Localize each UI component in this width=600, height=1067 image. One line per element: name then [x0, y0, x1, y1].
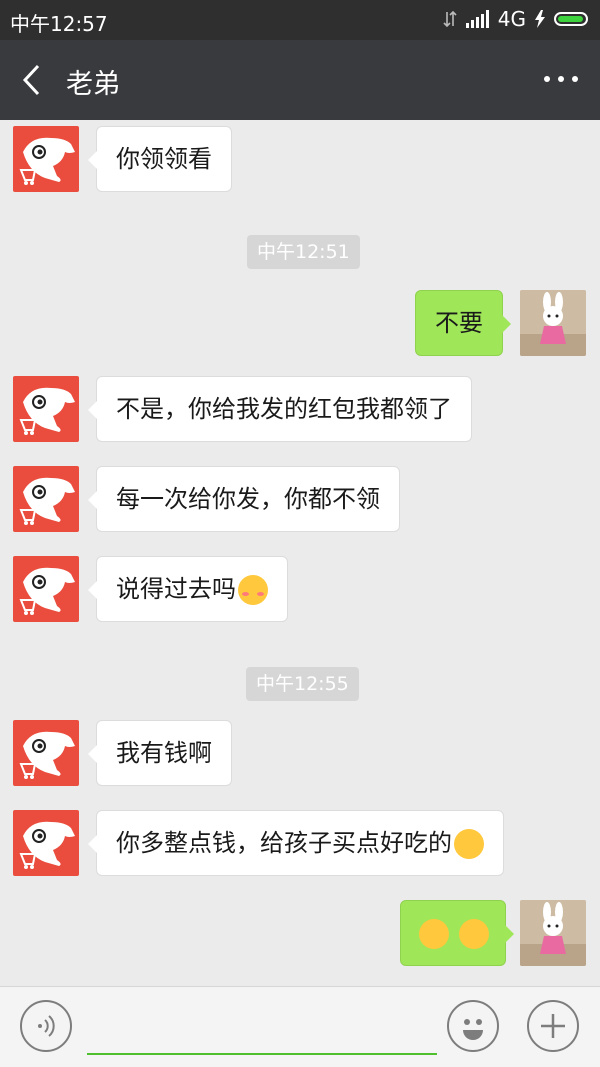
voice-icon[interactable] — [20, 1000, 72, 1052]
emoji-icon[interactable] — [447, 1000, 499, 1052]
charging-icon — [535, 10, 545, 28]
my-avatar[interactable] — [520, 290, 586, 356]
jd-avatar[interactable] — [13, 466, 79, 532]
message-text: 不要 — [435, 309, 483, 337]
timestamp: 中午12:51 — [247, 235, 360, 269]
message-bubble[interactable] — [400, 900, 514, 966]
jd-dog-icon — [19, 387, 75, 435]
message-bubble[interactable]: 我有钱啊 — [88, 720, 232, 786]
chat-title: 老弟 — [66, 69, 120, 100]
message-text: 不是，你给我发的红包我都领了 — [116, 395, 452, 423]
jd-dog-icon — [19, 137, 75, 185]
network-label: 4G — [497, 7, 526, 31]
bunny-doll-icon — [520, 900, 586, 966]
jd-dog-icon — [19, 567, 75, 615]
message-bubble[interactable]: 你多整点钱，给孩子买点好吃的 — [88, 810, 504, 876]
message-text: 说得过去吗 — [116, 575, 236, 603]
jd-avatar[interactable] — [13, 556, 79, 622]
message-text: 我有钱啊 — [116, 739, 212, 767]
jd-avatar[interactable] — [13, 376, 79, 442]
my-avatar[interactable] — [520, 900, 586, 966]
status-icons: 4G — [443, 7, 588, 31]
more-dots-icon[interactable] — [544, 76, 578, 82]
jd-dog-icon — [19, 477, 75, 525]
timestamp: 中午12:55 — [246, 667, 359, 701]
message-text: 你多整点钱，给孩子买点好吃的 — [116, 829, 452, 857]
status-time: 中午12:57 — [10, 12, 108, 36]
blush-emoji-icon — [238, 575, 268, 605]
message-bubble[interactable]: 每一次给你发，你都不领 — [88, 466, 400, 532]
message-bubble[interactable]: 不是，你给我发的红包我都领了 — [88, 376, 472, 442]
input-bar — [0, 986, 600, 1067]
jd-avatar[interactable] — [13, 126, 79, 192]
message-bubble[interactable]: 你领领看 — [88, 126, 232, 192]
jd-avatar[interactable] — [13, 720, 79, 786]
back-arrow-icon[interactable] — [18, 62, 48, 98]
data-transfer-icon — [443, 10, 457, 28]
bunny-doll-icon — [520, 290, 586, 356]
jd-avatar[interactable] — [13, 810, 79, 876]
message-input[interactable] — [87, 1007, 437, 1055]
message-text: 你领领看 — [116, 145, 212, 173]
title-bar: 老弟 — [0, 40, 600, 120]
chat-area[interactable]: 你领领看 中午12:51 不要 不是，你给我发的红包我都领了 每一次给你发，你都… — [0, 120, 600, 986]
signal-icon — [465, 10, 489, 28]
plus-icon[interactable] — [527, 1000, 579, 1052]
jd-dog-icon — [19, 731, 75, 779]
status-bar: 中午12:57 4G — [0, 0, 600, 40]
battery-icon — [554, 12, 588, 26]
laugh-emoji-icon — [458, 919, 489, 949]
message-text: 每一次给你发，你都不领 — [116, 485, 380, 513]
laugh-emoji-icon — [419, 919, 449, 949]
drool-emoji-icon — [454, 829, 484, 859]
jd-dog-icon — [19, 821, 75, 869]
message-bubble[interactable]: 说得过去吗 — [88, 556, 288, 622]
message-bubble[interactable]: 不要 — [415, 290, 511, 356]
